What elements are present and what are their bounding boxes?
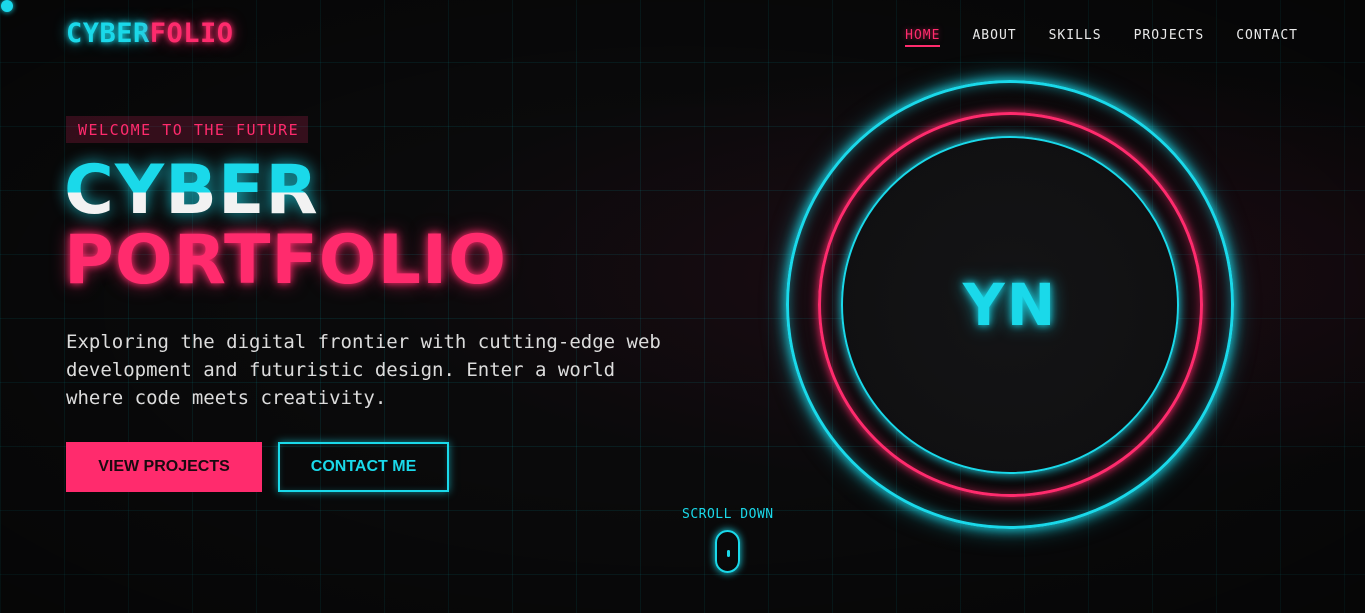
site-logo[interactable]: CYBERFOLIO: [66, 18, 234, 49]
contact-me-button[interactable]: CONTACT ME: [278, 442, 449, 492]
avatar-initials: YN: [962, 271, 1058, 339]
mouse-wheel-icon: [727, 550, 730, 557]
hero-title-line1: CYBER: [64, 156, 507, 226]
nav-item-skills[interactable]: SKILLS: [1049, 28, 1102, 47]
scroll-down-label[interactable]: SCROLL DOWN: [682, 507, 774, 522]
nav-item-home[interactable]: HOME: [905, 28, 941, 47]
logo-part-cyber: CYBER: [66, 18, 150, 49]
nav-item-contact[interactable]: CONTACT: [1236, 28, 1298, 47]
hero-title-line2: PORTFOLIO: [64, 221, 508, 300]
hero-title: CYBER PORTFOLIO: [64, 156, 507, 296]
view-projects-button[interactable]: VIEW PROJECTS: [66, 442, 262, 492]
nav-item-about[interactable]: ABOUT: [972, 28, 1016, 47]
mouse-scroll-icon[interactable]: [715, 530, 740, 573]
main-nav: HOME ABOUT SKILLS PROJECTS CONTACT: [905, 28, 1298, 47]
nav-item-projects[interactable]: PROJECTS: [1134, 28, 1205, 47]
hero-description: Exploring the digital frontier with cutt…: [66, 331, 661, 409]
cursor-dot-icon: [1, 0, 13, 12]
logo-part-folio: FOLIO: [149, 18, 234, 49]
welcome-badge: WELCOME TO THE FUTURE: [66, 116, 308, 143]
